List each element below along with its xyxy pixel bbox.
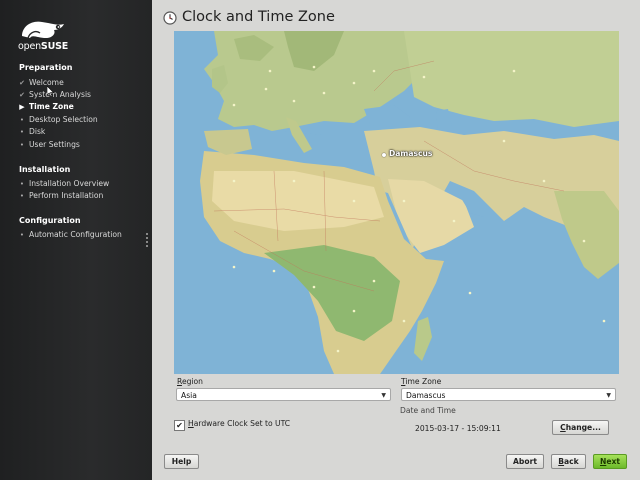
date-time-label: Date and Time bbox=[400, 406, 456, 415]
region-select-value: Asia bbox=[181, 391, 197, 400]
timezone-label: Time Zone bbox=[401, 377, 442, 386]
change-button[interactable]: Change... bbox=[552, 420, 609, 435]
clock-icon bbox=[163, 11, 177, 25]
step-label: Time Zone bbox=[29, 102, 74, 111]
step-time-zone: ▶ Time Zone bbox=[17, 101, 74, 113]
step-label: Automatic Configuration bbox=[29, 230, 122, 239]
bullet-icon: • bbox=[19, 116, 25, 124]
sidebar: openSUSE Preparation ✔ Welcome ✔ System An… bbox=[0, 0, 152, 480]
help-button[interactable]: Help bbox=[164, 454, 199, 469]
checkbox-checked-icon[interactable]: ✔ bbox=[174, 420, 185, 431]
bullet-icon: • bbox=[19, 180, 25, 188]
step-perform-installation: • Perform Installation bbox=[17, 190, 103, 202]
page-title: Clock and Time Zone bbox=[182, 9, 335, 25]
step-label: Desktop Selection bbox=[29, 115, 98, 124]
mouse-cursor-icon bbox=[47, 86, 55, 97]
timezone-select[interactable]: Damascus ▼ bbox=[401, 388, 616, 401]
step-label: System Analysis bbox=[29, 90, 92, 99]
step-label: User Settings bbox=[29, 140, 80, 149]
bullet-icon: • bbox=[19, 192, 25, 200]
step-installation-overview: • Installation Overview bbox=[17, 178, 109, 190]
selected-city-marker bbox=[382, 153, 386, 157]
abort-button[interactable]: Abort bbox=[506, 454, 544, 469]
check-icon: ✔ bbox=[19, 79, 25, 87]
step-welcome: ✔ Welcome bbox=[17, 77, 64, 89]
chevron-down-icon: ▼ bbox=[381, 392, 386, 399]
world-map[interactable] bbox=[174, 31, 619, 374]
region-label: Region bbox=[177, 377, 203, 386]
next-button[interactable]: Next bbox=[593, 454, 627, 469]
current-step-arrow-icon: ▶ bbox=[19, 103, 25, 111]
step-desktop-selection: • Desktop Selection bbox=[17, 114, 98, 126]
sidebar-resize-grip[interactable] bbox=[146, 233, 148, 247]
region-select[interactable]: Asia ▼ bbox=[176, 388, 391, 401]
selected-city-label: Damascus bbox=[389, 149, 433, 158]
date-time-value: 2015-03-17 - 15:09:11 bbox=[415, 424, 501, 433]
timezone-select-value: Damascus bbox=[406, 391, 446, 400]
step-disk: • Disk bbox=[17, 126, 45, 138]
step-user-settings: • User Settings bbox=[17, 139, 80, 151]
chevron-down-icon: ▼ bbox=[606, 392, 611, 399]
step-label: Perform Installation bbox=[29, 191, 104, 200]
logo-prefix: open bbox=[18, 41, 41, 52]
step-label: Disk bbox=[29, 127, 46, 136]
step-automatic-configuration: • Automatic Configuration bbox=[17, 229, 122, 241]
bullet-icon: • bbox=[19, 141, 25, 149]
bullet-icon: • bbox=[19, 231, 25, 239]
back-button[interactable]: Back bbox=[551, 454, 586, 469]
opensuse-logo: openSUSE bbox=[18, 18, 78, 54]
bullet-icon: • bbox=[19, 128, 25, 136]
section-installation: Installation bbox=[19, 165, 71, 174]
check-icon: ✔ bbox=[19, 91, 25, 99]
logo-brand: SUSE bbox=[40, 41, 69, 52]
section-configuration: Configuration bbox=[19, 216, 81, 225]
step-label: Installation Overview bbox=[29, 179, 110, 188]
hardware-clock-checkbox[interactable]: ✔ Hardware Clock Set to UTC bbox=[174, 419, 290, 431]
section-preparation: Preparation bbox=[19, 63, 73, 72]
